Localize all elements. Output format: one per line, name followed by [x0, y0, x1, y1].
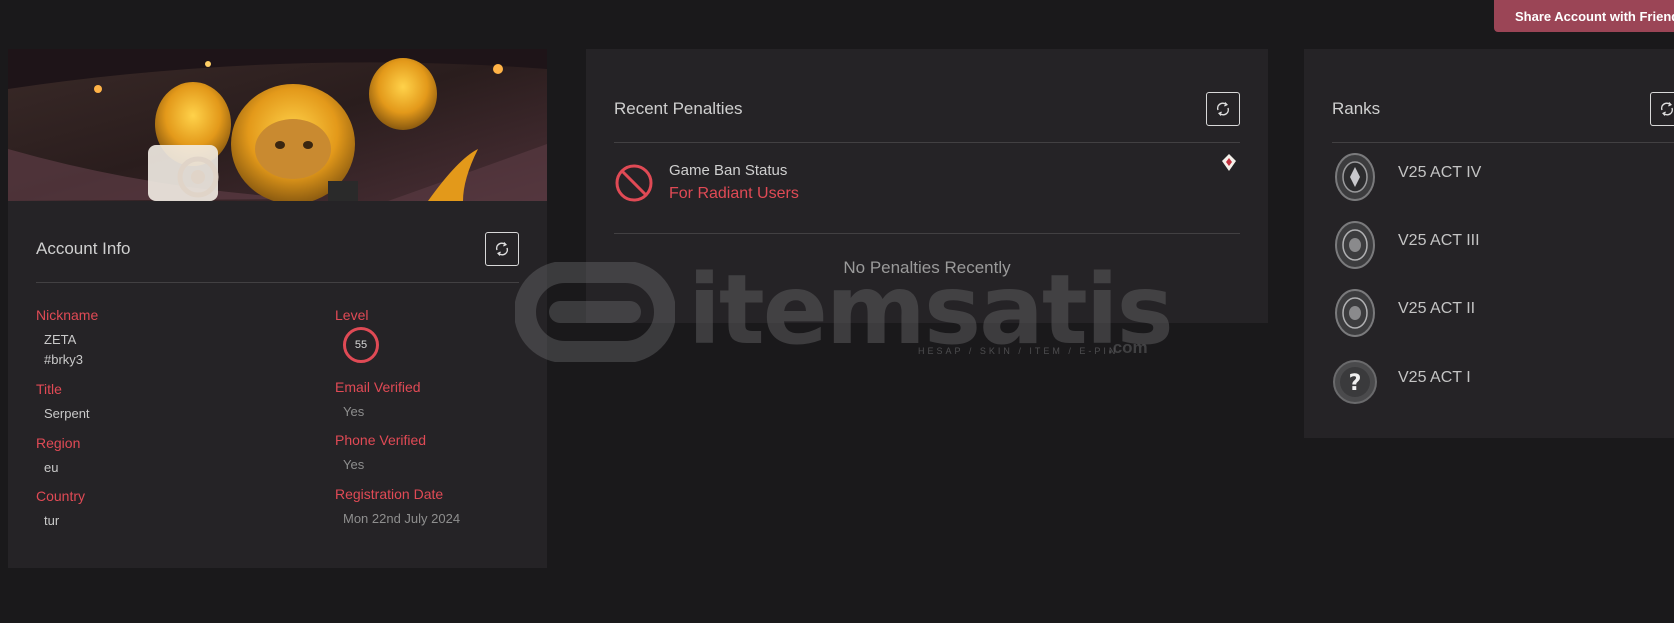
- level-value: 55: [354, 339, 368, 351]
- level-badge: 55: [343, 327, 379, 363]
- email-verified-label: Email Verified: [335, 379, 421, 395]
- refresh-penalties-button[interactable]: [1206, 92, 1240, 126]
- registration-label: Registration Date: [335, 486, 444, 502]
- ban-icon: [615, 164, 653, 202]
- rank-item: V25 ACT III: [1332, 220, 1652, 270]
- ranks-title: Ranks: [1332, 99, 1381, 118]
- rank-label: V25 ACT I: [1398, 369, 1471, 386]
- rank-label: V25 ACT III: [1398, 232, 1480, 249]
- region-section: Region eu: [36, 435, 276, 478]
- phone-verified-label: Phone Verified: [335, 432, 427, 448]
- refresh-account-button[interactable]: [485, 232, 519, 266]
- account-banner-image: [8, 49, 547, 201]
- ranks-header: Ranks: [1332, 76, 1674, 143]
- email-verified-value: Yes: [343, 404, 365, 419]
- penalties-divider: [614, 233, 1240, 234]
- country-value: tur: [44, 513, 60, 528]
- email-verified-section: Email Verified Yes: [335, 379, 575, 422]
- title-section: Title Serpent: [36, 381, 276, 424]
- refresh-ranks-button[interactable]: [1650, 92, 1674, 126]
- question-mark-icon: ?: [1333, 360, 1377, 404]
- radiant-rank-icon: [1222, 154, 1236, 171]
- phone-verified-section: Phone Verified Yes: [335, 432, 575, 475]
- nickname-section: Nickname ZETA #brky3: [36, 307, 276, 370]
- account-info-card: Account Info Nickname ZETA #brky3 Title …: [8, 49, 547, 568]
- ban-status-title: Game Ban Status: [669, 162, 788, 179]
- refresh-icon: [1660, 102, 1674, 116]
- rank-item: V25 ACT II: [1332, 288, 1652, 338]
- no-penalties-text: No Penalties Recently: [843, 258, 1011, 277]
- rank-label: V25 ACT II: [1398, 300, 1476, 317]
- country-label: Country: [36, 488, 86, 504]
- account-info-title: Account Info: [36, 239, 131, 258]
- account-info-header: Account Info: [36, 216, 519, 283]
- nickname-value: ZETA: [44, 332, 77, 347]
- refresh-icon: [1216, 102, 1230, 116]
- title-label: Title: [36, 381, 62, 397]
- level-label: Level: [335, 307, 369, 323]
- ranks-card: Ranks V25 ACT IV V25 ACT III V25 ACT II …: [1304, 49, 1674, 438]
- svg-text:?: ?: [1349, 371, 1362, 396]
- rank-label: V25 ACT IV: [1398, 164, 1482, 181]
- ban-status-subtitle: For Radiant Users: [669, 185, 799, 202]
- watermark-subtitle: HESAP / SKIN / ITEM / E-PIN: [918, 346, 1119, 356]
- registration-value: Mon 22nd July 2024: [343, 511, 461, 526]
- level-section: Level 55: [335, 307, 575, 363]
- nickname-label: Nickname: [36, 307, 99, 323]
- phone-verified-value: Yes: [343, 457, 365, 472]
- share-account-button[interactable]: Share Account with Friends: [1494, 0, 1674, 32]
- rank-item: ? V25 ACT I: [1332, 357, 1652, 407]
- recent-penalties-card: Recent Penalties Game Ban Status For Rad…: [586, 49, 1268, 323]
- title-value: Serpent: [44, 406, 90, 421]
- unranked-act-icon: [1335, 289, 1375, 337]
- watermark-suffix: .com: [1108, 338, 1148, 357]
- rank-item: V25 ACT IV: [1332, 152, 1652, 202]
- refresh-icon: [495, 242, 509, 256]
- unranked-act-icon: [1335, 221, 1375, 269]
- player-tag: #brky3: [44, 352, 84, 367]
- region-label: Region: [36, 435, 81, 451]
- immortal-rank-icon: [1335, 153, 1375, 201]
- penalties-header: Recent Penalties: [614, 76, 1240, 143]
- registration-section: Registration Date Mon 22nd July 2024: [335, 486, 575, 529]
- penalties-title: Recent Penalties: [614, 99, 743, 118]
- region-value: eu: [44, 460, 59, 475]
- country-section: Country tur: [36, 488, 276, 531]
